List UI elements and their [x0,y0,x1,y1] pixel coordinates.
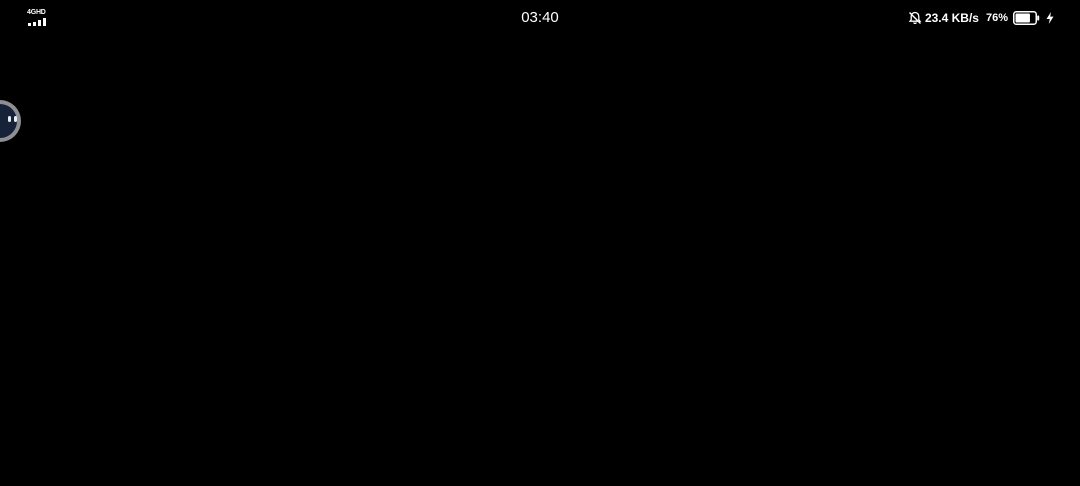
status-right-group: 23.4 KB/s 76% [908,9,1054,27]
robot-eye-left [8,116,11,122]
floating-assistant-button[interactable] [0,100,21,142]
bell-off-icon [908,11,922,25]
battery-percentage: 76% [985,12,1008,24]
signal-bars-icon [28,18,46,26]
robot-eye-right [14,116,17,122]
signal-indicator: 4GHD [27,9,51,27]
battery-fill [1015,13,1030,23]
clock: 03:40 [521,9,559,26]
robot-face-icon [0,104,17,138]
network-type-label: 4GHD [27,9,46,16]
lightning-bolt-icon [1046,12,1054,24]
battery-icon [1013,11,1040,25]
status-bar: 4GHD 03:40 23.4 KB/s 76% [0,0,1080,36]
network-speed: 23.4 KB/s [924,11,979,25]
